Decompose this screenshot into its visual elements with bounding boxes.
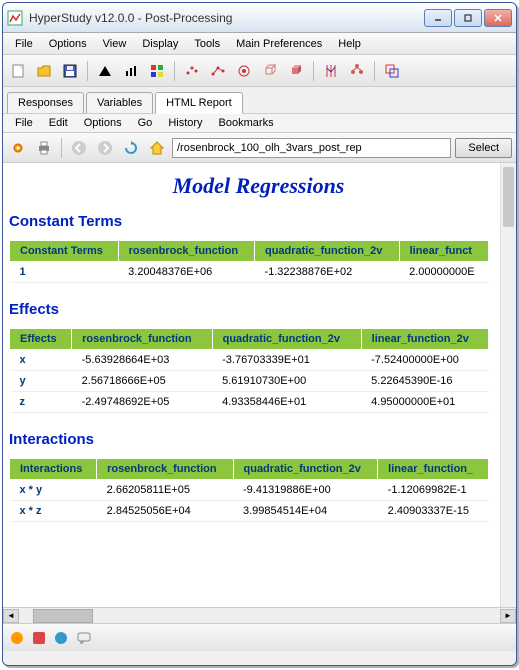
main-toolbar	[3, 55, 516, 87]
table-header-row: Interactions rosenbrock_function quadrat…	[10, 459, 489, 480]
back-icon[interactable]	[68, 137, 90, 159]
menu-view[interactable]: View	[95, 36, 135, 52]
maximize-button[interactable]	[454, 9, 482, 27]
save-icon[interactable]	[59, 60, 81, 82]
refresh-icon[interactable]	[120, 137, 142, 159]
vertical-scrollbar[interactable]	[500, 163, 516, 607]
menu-display[interactable]: Display	[134, 36, 186, 52]
table-row: 1 3.20048376E+06 -1.32238876E+02 2.00000…	[10, 262, 489, 283]
status-bar	[3, 623, 516, 651]
report-title: Model Regressions	[9, 173, 508, 199]
table-row: x-5.63928664E+03-3.76703339E+01-7.524000…	[10, 350, 489, 371]
menu-help[interactable]: Help	[330, 36, 369, 52]
triangle-icon[interactable]	[94, 60, 116, 82]
submenu-bookmarks[interactable]: Bookmarks	[211, 115, 282, 131]
status-error-icon[interactable]	[33, 632, 45, 644]
target-icon[interactable]	[233, 60, 255, 82]
submenu-edit[interactable]: Edit	[41, 115, 76, 131]
horizontal-scrollbar[interactable]: ◄ ►	[3, 607, 516, 623]
interactions-table: Interactions rosenbrock_function quadrat…	[9, 458, 489, 522]
table-row: x * z2.84525056E+043.99854514E+042.40903…	[10, 501, 489, 522]
nav-toolbar: Select	[3, 133, 516, 163]
select-button[interactable]: Select	[455, 138, 512, 158]
report-content: Model Regressions Constant Terms Constan…	[3, 163, 516, 607]
effects-table: Effects rosenbrock_function quadratic_fu…	[9, 328, 489, 413]
forward-icon[interactable]	[94, 137, 116, 159]
submenu-history[interactable]: History	[160, 115, 210, 131]
overlay-icon[interactable]	[381, 60, 403, 82]
scatter-icon[interactable]	[181, 60, 203, 82]
close-button[interactable]	[484, 9, 512, 27]
constant-terms-table: Constant Terms rosenbrock_function quadr…	[9, 240, 489, 283]
app-window: HyperStudy v12.0.0 - Post-Processing Fil…	[2, 2, 517, 666]
scroll-left-icon[interactable]: ◄	[3, 609, 19, 623]
bars-icon[interactable]	[120, 60, 142, 82]
print-icon[interactable]	[33, 137, 55, 159]
section-effects-heading: Effects	[9, 301, 508, 318]
menu-options[interactable]: Options	[41, 36, 95, 52]
menu-tools[interactable]: Tools	[186, 36, 228, 52]
tab-variables[interactable]: Variables	[86, 92, 153, 113]
tab-responses[interactable]: Responses	[7, 92, 84, 113]
section-constant-heading: Constant Terms	[9, 213, 508, 230]
grid-icon[interactable]	[146, 60, 168, 82]
table-row: z-2.49748692E+054.93358446E+014.95000000…	[10, 392, 489, 413]
section-interactions-heading: Interactions	[9, 431, 508, 448]
parallel-icon[interactable]	[320, 60, 342, 82]
open-icon[interactable]	[33, 60, 55, 82]
window-title: HyperStudy v12.0.0 - Post-Processing	[29, 11, 424, 25]
table-row: y2.56718666E+055.61910730E+005.22645390E…	[10, 371, 489, 392]
status-comment-icon[interactable]	[77, 632, 91, 644]
cube-solid-icon[interactable]	[285, 60, 307, 82]
gear-icon[interactable]	[7, 137, 29, 159]
tab-html-report[interactable]: HTML Report	[155, 92, 243, 114]
main-menu: File Options View Display Tools Main Pre…	[3, 33, 516, 55]
url-input[interactable]	[172, 138, 451, 158]
table-header-row: Constant Terms rosenbrock_function quadr…	[10, 241, 489, 262]
cube-icon[interactable]	[259, 60, 281, 82]
minimize-button[interactable]	[424, 9, 452, 27]
report-menu: File Edit Options Go History Bookmarks	[3, 113, 516, 133]
submenu-options[interactable]: Options	[76, 115, 130, 131]
titlebar: HyperStudy v12.0.0 - Post-Processing	[3, 3, 516, 33]
status-info-icon[interactable]	[55, 632, 67, 644]
home-icon[interactable]	[146, 137, 168, 159]
tree-icon[interactable]	[346, 60, 368, 82]
new-icon[interactable]	[7, 60, 29, 82]
menu-main-preferences[interactable]: Main Preferences	[228, 36, 330, 52]
menu-file[interactable]: File	[7, 36, 41, 52]
tab-bar: Responses Variables HTML Report	[3, 87, 516, 113]
scroll-right-icon[interactable]: ►	[500, 609, 516, 623]
submenu-go[interactable]: Go	[130, 115, 161, 131]
submenu-file[interactable]: File	[7, 115, 41, 131]
status-warning-icon[interactable]	[11, 632, 23, 644]
scatter-line-icon[interactable]	[207, 60, 229, 82]
table-header-row: Effects rosenbrock_function quadratic_fu…	[10, 329, 489, 350]
table-row: x * y2.66205811E+05-9.41319886E+00-1.120…	[10, 480, 489, 501]
app-icon	[7, 10, 23, 26]
